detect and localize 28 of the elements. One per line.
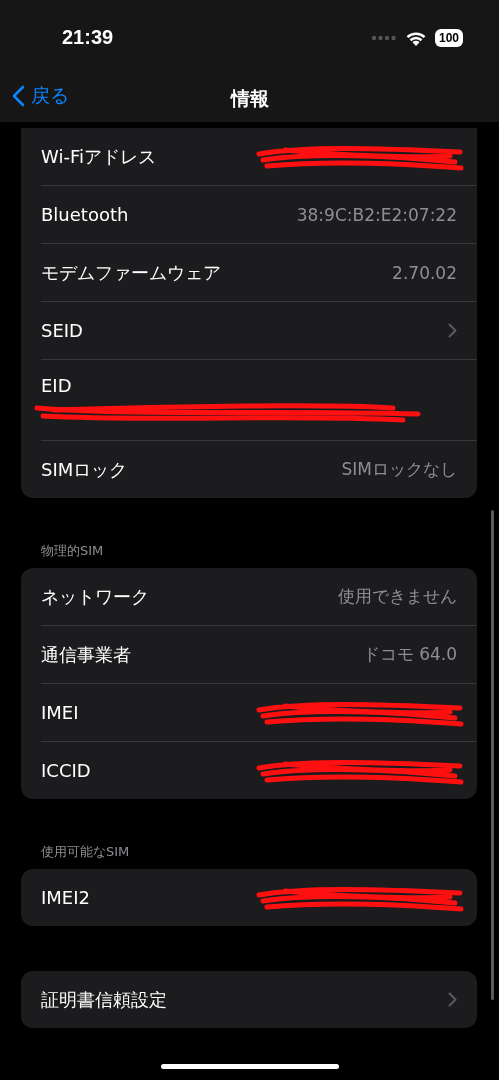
row-label: 通信事業者 (41, 642, 131, 667)
wifi-icon (404, 29, 427, 46)
row-label: IMEI (41, 702, 79, 723)
row-label: EID (41, 374, 72, 396)
status-time: 21:39 (62, 26, 114, 49)
settings-row[interactable]: 証明書信頼設定 (21, 971, 477, 1028)
settings-row[interactable]: SEID (21, 302, 477, 359)
row-value: 38:9C:B2:E2:07:22 (296, 204, 457, 225)
row-label: ネットワーク (41, 584, 149, 609)
page-title: 情報 (230, 85, 269, 111)
row-label: モデムファームウェア (41, 260, 221, 285)
row-value: 使用できません (338, 585, 457, 608)
chevron-right-icon (448, 992, 457, 1007)
row-value: 2.70.02 (392, 262, 457, 283)
section-header: 物理的SIM (40, 542, 105, 560)
signal-icon (370, 34, 397, 41)
row-label: ICCID (41, 760, 91, 781)
chevron-left-icon (12, 85, 25, 107)
row-label: Bluetooth (41, 204, 129, 225)
section-header: 使用可能なSIM (40, 843, 131, 861)
row-label: SIMロック (41, 457, 128, 482)
row-label: Wi-Fiアドレス (41, 144, 156, 169)
row-label: IMEI2 (41, 887, 90, 908)
chevron-right-icon (448, 323, 457, 338)
battery-level: 100 (434, 28, 463, 47)
back-button[interactable]: 戻る (12, 83, 69, 109)
row-value: SIMロックなし (341, 458, 457, 481)
row-value: ドコモ 64.0 (362, 643, 457, 666)
